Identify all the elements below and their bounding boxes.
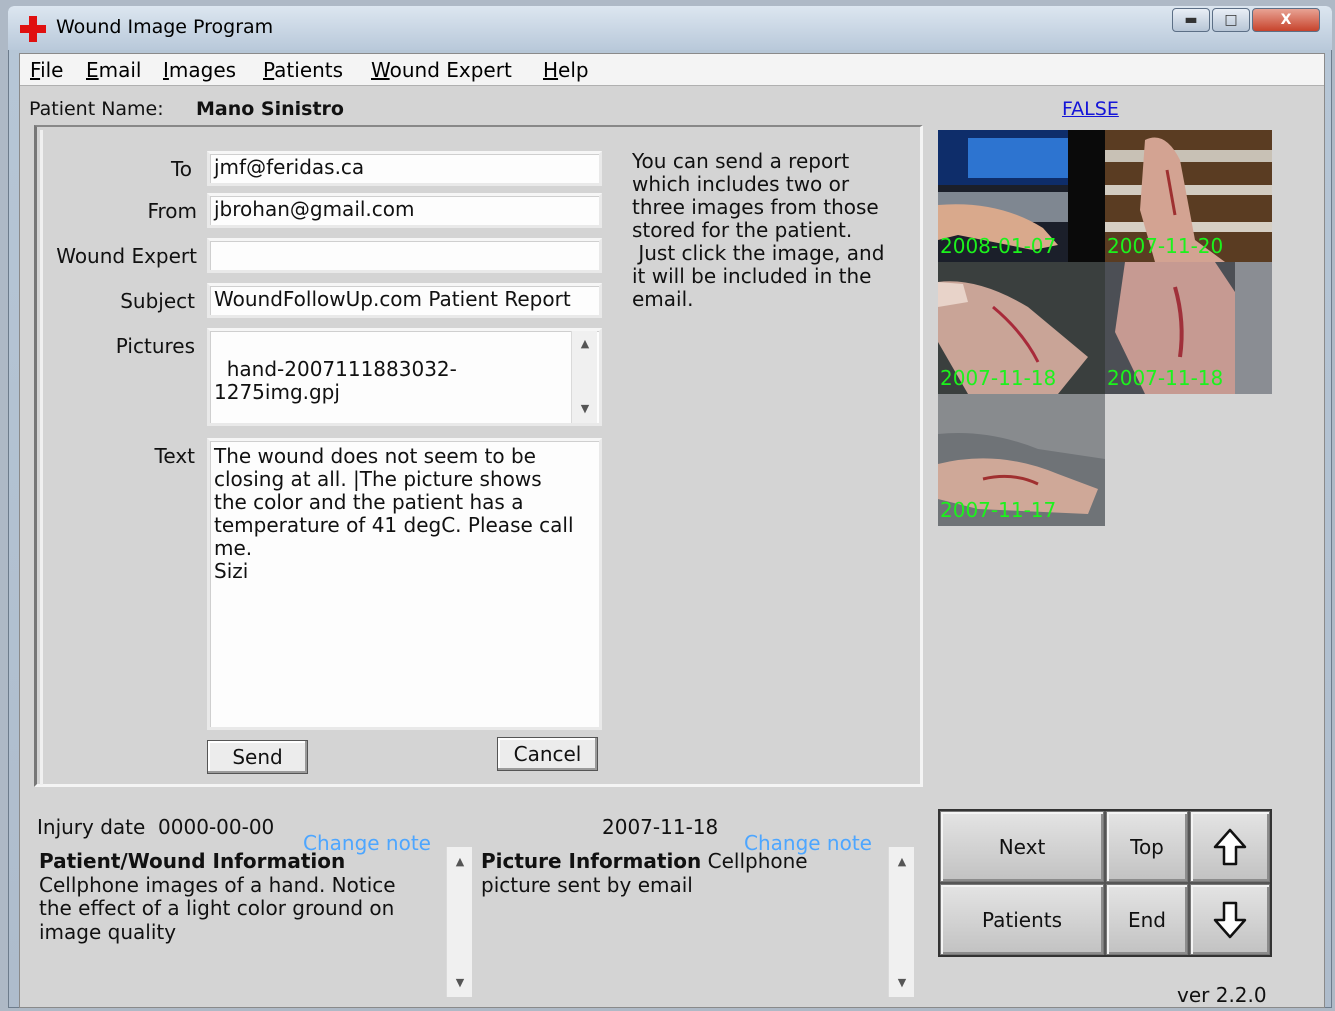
thumbnail-2[interactable]: 2007-11-20 — [1105, 130, 1272, 262]
instructions-text: You can send a report which includes two… — [632, 149, 885, 311]
subject-label: Subject — [120, 289, 195, 313]
picture-info-text-inline: Cellphone — [701, 849, 808, 873]
pictures-value: hand-2007111883032- 1275img.gpj — [214, 357, 457, 404]
to-label: To — [170, 157, 192, 181]
message-text-field[interactable]: The wound does not seem to be closing at… — [207, 438, 602, 730]
picture-info: Picture Information Cellphone picture sen… — [481, 849, 881, 897]
pictures-field[interactable]: hand-2007111883032- 1275img.gpj — [207, 328, 602, 426]
false-link[interactable]: FALSE — [1062, 98, 1119, 120]
patients-button[interactable]: Patients — [940, 884, 1104, 955]
menu-images[interactable]: Images — [163, 58, 236, 82]
minimize-button[interactable]: ▬ — [1172, 8, 1210, 32]
patient-wound-info-text: Cellphone images of a hand. Notice the e… — [39, 872, 396, 944]
picture-info-scrollbar[interactable]: ▲ ▼ — [888, 847, 914, 997]
wound-expert-label: Wound Expert — [56, 244, 197, 268]
picture-info-text: picture sent by email — [481, 872, 693, 897]
window-title: Wound Image Program — [56, 16, 274, 38]
close-icon: X — [1280, 12, 1292, 28]
scroll-down-icon[interactable]: ▼ — [572, 402, 598, 415]
menu-bar: File Email Images Patients Wound Expert … — [20, 54, 1324, 86]
menu-help[interactable]: Help — [543, 58, 589, 82]
minimize-icon: ▬ — [1184, 12, 1198, 28]
next-button[interactable]: Next — [940, 811, 1104, 882]
menu-email[interactable]: Email — [86, 58, 142, 82]
thumbnail-date: 2008-01-07 — [940, 234, 1057, 258]
scroll-down-icon[interactable]: ▼ — [889, 976, 915, 989]
red-cross-icon — [20, 16, 46, 42]
patient-name-label: Patient Name: — [29, 98, 164, 120]
maximize-icon: □ — [1224, 12, 1238, 28]
scroll-down-icon[interactable]: ▼ — [447, 976, 473, 989]
thumbnail-date: 2007-11-18 — [940, 366, 1057, 390]
thumbnail-date: 2007-11-20 — [1107, 234, 1224, 258]
scroll-up-icon[interactable]: ▲ — [889, 855, 915, 868]
patient-wound-info: Patient/Wound Information Cellphone image… — [39, 849, 444, 944]
menu-file[interactable]: File — [30, 58, 63, 82]
maximize-button[interactable]: □ — [1212, 8, 1250, 32]
scroll-up-icon[interactable]: ▲ — [447, 855, 473, 868]
injury-date-value: 0000-00-00 — [158, 815, 275, 839]
patient-wound-info-title: Patient/Wound Information — [39, 849, 346, 873]
wound-expert-field[interactable] — [207, 238, 602, 273]
thumbnail-4[interactable]: 2007-11-18 — [1105, 262, 1272, 394]
scroll-up-icon[interactable]: ▲ — [572, 337, 598, 350]
patient-name: Mano Sinistro — [196, 98, 344, 120]
send-button[interactable]: Send — [207, 740, 308, 774]
down-button[interactable] — [1190, 884, 1270, 955]
patient-info-scrollbar[interactable]: ▲ ▼ — [446, 847, 472, 997]
text-label: Text — [154, 444, 195, 468]
pictures-label: Pictures — [115, 334, 195, 358]
to-field[interactable]: jmf@feridas.ca — [207, 151, 602, 186]
thumbnail-1[interactable]: 2008-01-07 — [938, 130, 1105, 262]
subject-field[interactable]: WoundFollowUp.com Patient Report — [207, 283, 602, 318]
up-arrow-icon — [1213, 828, 1247, 865]
version-label: ver 2.2.0 — [1177, 983, 1267, 1007]
end-button[interactable]: End — [1106, 884, 1188, 955]
picture-info-title: Picture Information — [481, 849, 702, 873]
from-label: From — [147, 199, 197, 223]
picture-date: 2007-11-18 — [602, 815, 719, 839]
menu-patients[interactable]: Patients — [263, 58, 343, 82]
close-button[interactable]: X — [1252, 8, 1320, 32]
top-button[interactable]: Top — [1106, 811, 1188, 882]
thumbnail-date: 2007-11-17 — [940, 498, 1057, 522]
injury-date-label: Injury date 0000-00-00 — [37, 815, 275, 839]
from-field[interactable]: jbrohan@gmail.com — [207, 193, 602, 228]
up-button[interactable] — [1190, 811, 1270, 882]
thumbnail-5[interactable]: 2007-11-17 — [938, 394, 1105, 526]
down-arrow-icon — [1213, 901, 1247, 938]
pictures-scrollbar[interactable]: ▲ ▼ — [571, 331, 597, 423]
menu-wound-expert[interactable]: Wound Expert — [371, 58, 512, 82]
thumbnail-date: 2007-11-18 — [1107, 366, 1224, 390]
thumbnail-3[interactable]: 2007-11-18 — [938, 262, 1105, 394]
cancel-button[interactable]: Cancel — [497, 737, 598, 771]
